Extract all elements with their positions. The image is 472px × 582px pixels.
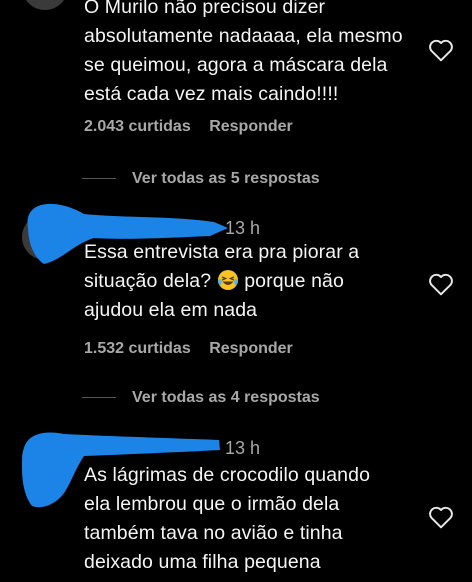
likes-count[interactable]: 2.043 curtidas bbox=[84, 118, 191, 135]
heart-outline-icon[interactable] bbox=[428, 272, 454, 296]
divider bbox=[82, 178, 116, 179]
comment-line: situação dela? porque não bbox=[84, 267, 359, 296]
comment-line: ajudou ela em nada bbox=[84, 299, 258, 321]
comment-timestamp: 13 h bbox=[225, 438, 261, 458]
comment-meta: 1.532 curtidas Responder bbox=[84, 340, 307, 358]
comment-line: O Murilo não precisou dizer bbox=[84, 0, 326, 18]
comment-line-part: porque não bbox=[244, 270, 344, 292]
comment-text: As lágrimas de crocodilo quando ela lemb… bbox=[84, 461, 370, 577]
laughing-crying-emoji bbox=[217, 270, 238, 290]
comment-line: As lágrimas de crocodilo quando bbox=[84, 464, 371, 486]
comment-line: Essa entrevista era pra piorar a bbox=[84, 241, 360, 263]
comment-timestamp: 13 h bbox=[225, 218, 261, 238]
view-replies-button[interactable]: Ver todas as 4 respostas bbox=[132, 389, 320, 407]
comment-line-part: situação dela? bbox=[84, 270, 212, 292]
divider bbox=[82, 397, 116, 398]
comment-line: deixado uma filha pequena bbox=[84, 551, 321, 573]
comment-line: se queimou, agora a máscara dela bbox=[84, 54, 388, 76]
heart-outline-icon[interactable] bbox=[428, 505, 454, 529]
heart-outline-icon[interactable] bbox=[428, 38, 454, 62]
avatar[interactable] bbox=[22, 0, 68, 10]
reply-button[interactable]: Responder bbox=[209, 340, 293, 357]
comment-line: absolutamente nadaaaa, ela mesmo bbox=[84, 25, 403, 47]
comment-text: O Murilo não precisou dizer absolutament… bbox=[84, 0, 403, 109]
likes-count[interactable]: 1.532 curtidas bbox=[84, 340, 191, 357]
comment-text: Essa entrevista era pra piorar a situaçã… bbox=[84, 238, 359, 325]
comment-line: também tava no avião e tinha bbox=[84, 522, 343, 544]
comment-meta: 2.043 curtidas Responder bbox=[84, 118, 307, 136]
reply-button[interactable]: Responder bbox=[209, 118, 293, 135]
view-replies-button[interactable]: Ver todas as 5 respostas bbox=[132, 170, 320, 188]
comment-line: ela lembrou que o irmão dela bbox=[84, 493, 340, 515]
comment-line: está cada vez mais caindo!!!! bbox=[84, 83, 339, 105]
